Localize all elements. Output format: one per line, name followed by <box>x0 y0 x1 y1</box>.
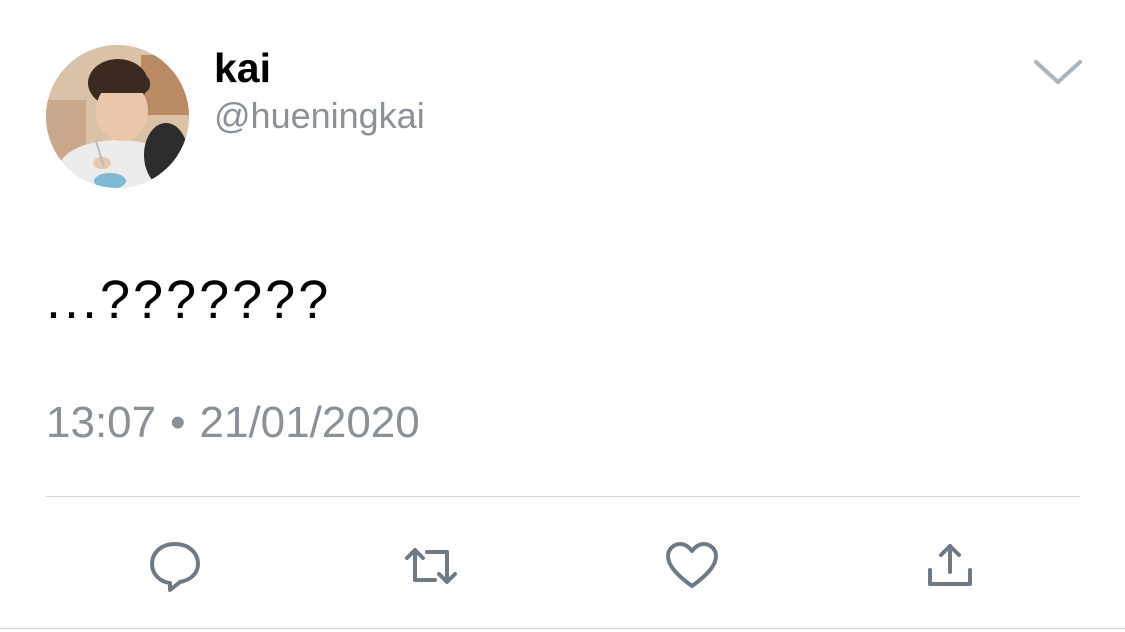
reply-button[interactable] <box>147 540 203 592</box>
tweet-date: 21/01/2020 <box>199 398 420 447</box>
share-upload-icon <box>928 544 972 586</box>
divider <box>46 496 1080 497</box>
tweet-time: 13:07 <box>46 398 157 447</box>
heart-icon <box>666 542 718 588</box>
retweet-button[interactable] <box>403 540 459 592</box>
retweet-icon <box>405 548 457 584</box>
avatar[interactable] <box>46 45 189 188</box>
reply-bubble-icon <box>150 542 200 592</box>
timestamp-separator: • <box>170 398 186 447</box>
chevron-down-icon[interactable] <box>1030 52 1086 88</box>
tweet-text: ...??????? <box>46 270 332 330</box>
like-button[interactable] <box>664 540 720 592</box>
tweet-timestamp[interactable]: 13:07 • 21/01/2020 <box>46 396 420 450</box>
share-button[interactable] <box>922 540 978 592</box>
avatar-photo <box>46 45 189 188</box>
user-handle[interactable]: @hueningkai <box>214 95 425 137</box>
tweet-card: kai @hueningkai ...??????? 13:07 • 21/01/2… <box>0 0 1125 632</box>
display-name[interactable]: kai <box>214 44 271 92</box>
bottom-divider <box>0 628 1125 629</box>
